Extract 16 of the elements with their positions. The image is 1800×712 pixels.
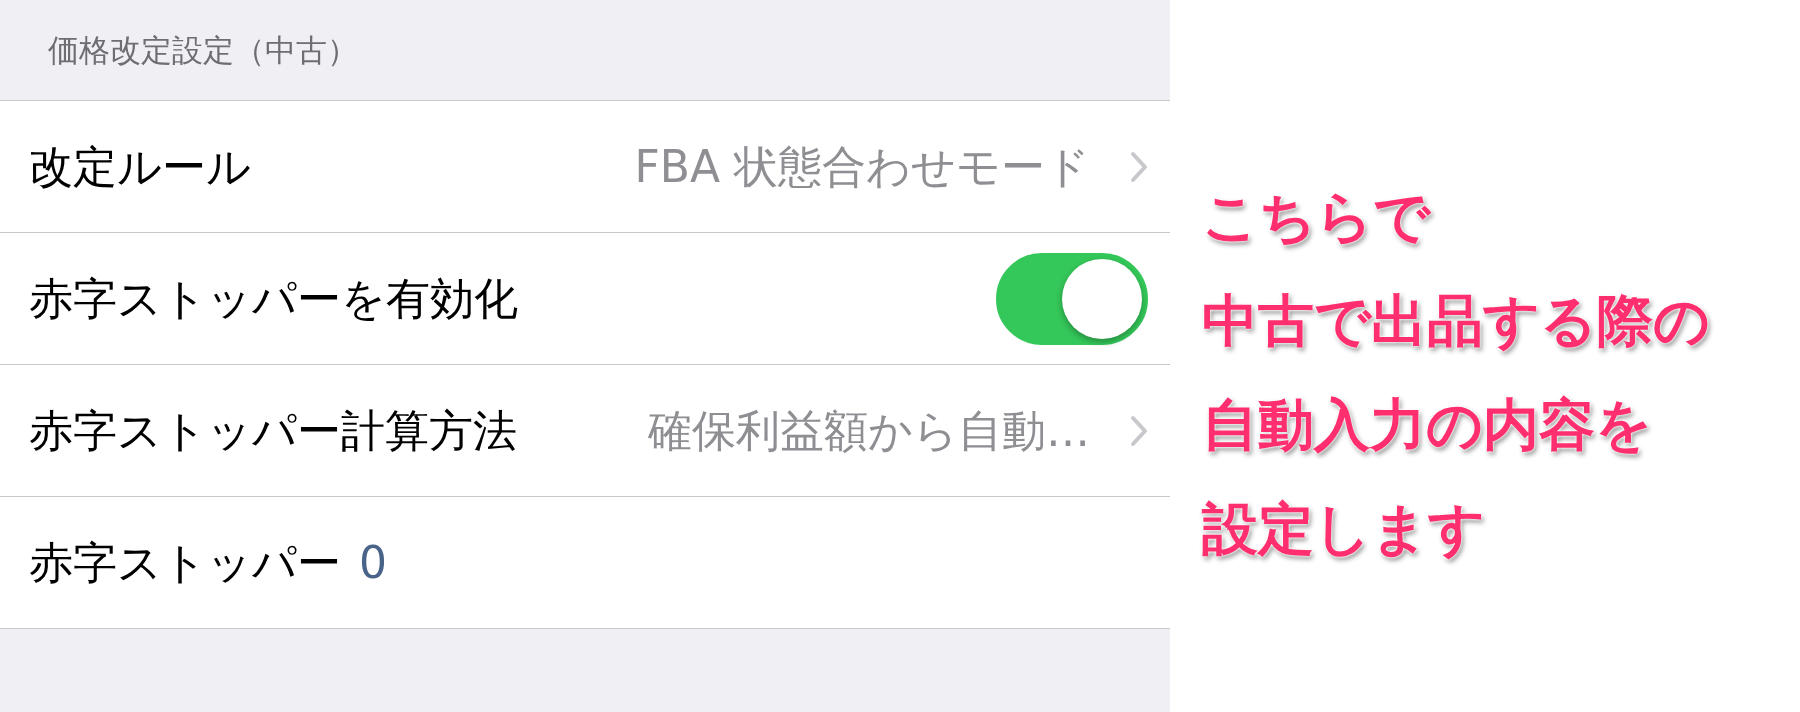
number-field[interactable]: 0 <box>359 529 387 596</box>
settings-row[interactable]: 改定ルール FBA 状態合わせモード <box>0 101 1170 233</box>
annotation-text: 自動入力の内容を <box>1202 393 1653 457</box>
row-value: 確保利益額から自動… <box>648 403 1090 458</box>
annotation-text: 中古で出品する際の <box>1202 289 1710 353</box>
row-label: 赤字ストッパーを有効化 <box>29 271 518 326</box>
section-header: 価格改定設定（中古） <box>48 30 358 70</box>
row-label: 赤字ストッパー計算方法 <box>29 403 517 458</box>
row-label: 改定ルール <box>29 139 251 194</box>
row-label: 赤字ストッパー <box>29 535 341 590</box>
chevron-right-icon <box>1130 414 1148 447</box>
annotation-text: 設定します <box>1202 497 1486 561</box>
settings-row[interactable]: 赤字ストッパー計算方法 確保利益額から自動… <box>0 365 1170 497</box>
row-value: FBA 状態合わせモード <box>634 139 1090 194</box>
annotation-text: こちらで <box>1202 185 1432 249</box>
chevron-right-icon <box>1130 150 1148 183</box>
